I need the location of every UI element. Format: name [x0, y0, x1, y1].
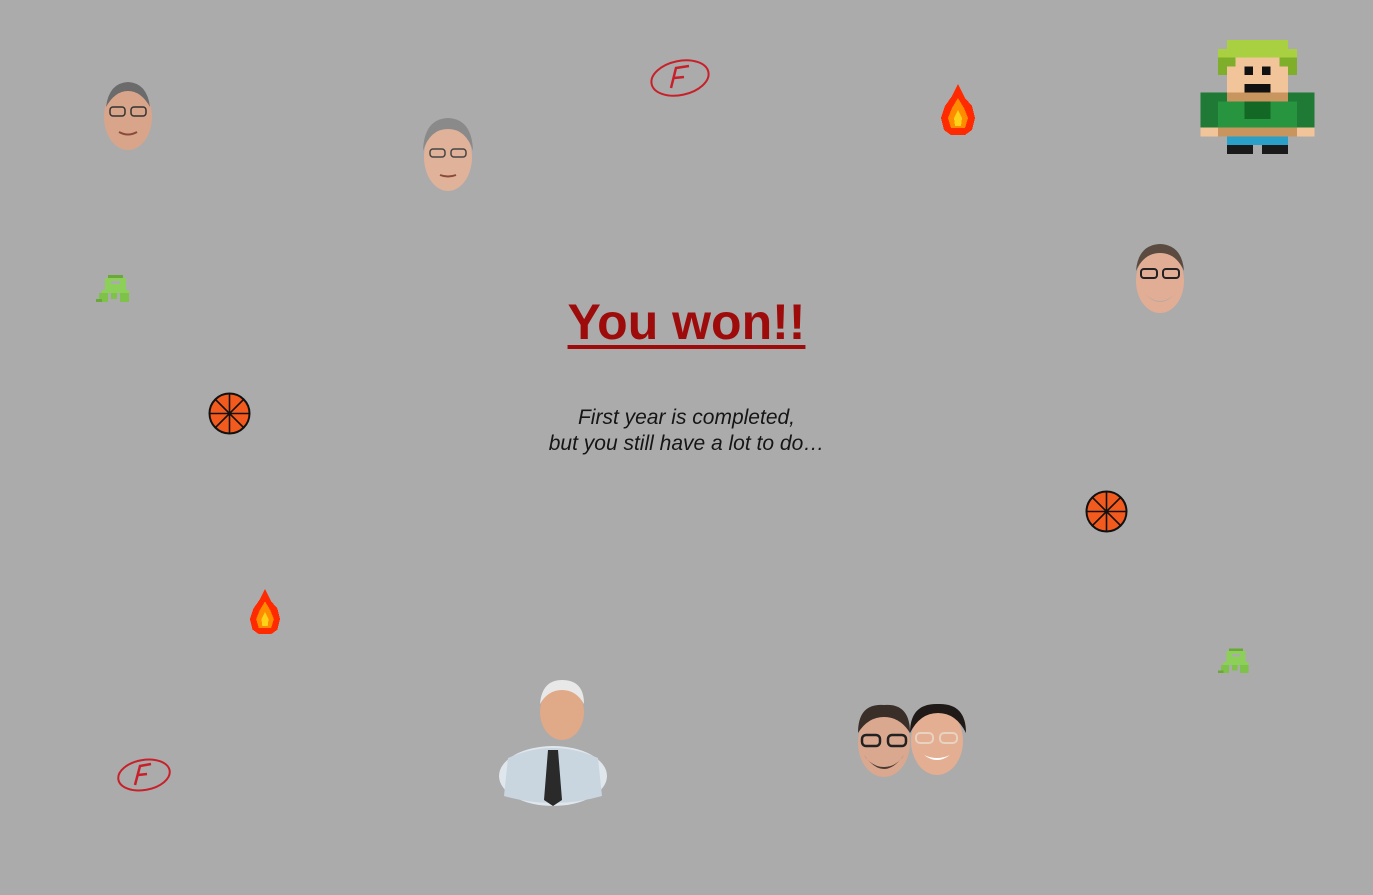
basketball-icon: [1085, 490, 1128, 533]
professor-face: [908, 703, 968, 777]
basketball-icon: [208, 392, 251, 435]
bug-icon: [1218, 647, 1251, 677]
bug-icon: [96, 274, 132, 306]
win-message: First year is completed, but you still h…: [0, 405, 1373, 457]
failed-grade-icon: [116, 756, 172, 794]
professor-face: [101, 77, 155, 151]
professor-face: [420, 115, 476, 193]
professor-face: [856, 703, 912, 779]
professor-face: [1132, 241, 1188, 315]
win-message-line-2: but you still have a lot to do…: [548, 432, 825, 455]
professor-face: [498, 678, 608, 806]
win-message-line-1: First year is completed,: [577, 406, 796, 429]
failed-grade-icon: [649, 58, 711, 98]
fire-icon: [939, 84, 977, 136]
fire-icon: [248, 589, 282, 635]
player-sprite: [1199, 40, 1316, 154]
